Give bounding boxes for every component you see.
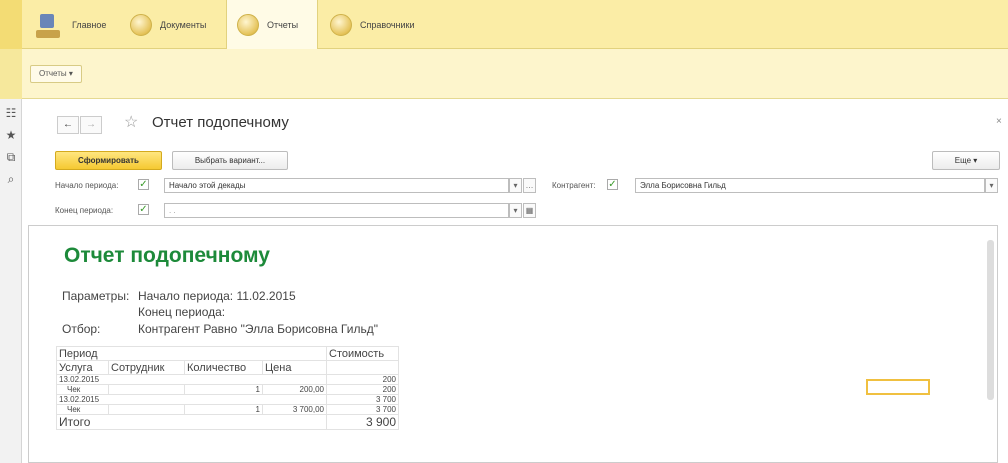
choose-variant-button[interactable]: Выбрать вариант...	[172, 151, 288, 170]
section-commands-bar: Отчеты ▾	[0, 49, 1008, 99]
report-scrollbar[interactable]	[987, 240, 994, 400]
documents-icon	[130, 13, 152, 36]
more-button[interactable]: Еще ▾	[932, 151, 1000, 170]
total-label: Итого	[56, 414, 327, 430]
report-table: Период Стоимость Услуга Сотрудник Количе…	[56, 346, 399, 430]
period-start-select-button[interactable]: …	[523, 178, 536, 193]
counterparty-checkbox[interactable]: ✓	[607, 179, 618, 190]
favorite-star-icon[interactable]: ☆	[124, 112, 138, 132]
section-main[interactable]: Главное	[34, 0, 122, 49]
row-cost: 200	[326, 374, 399, 385]
section-documents[interactable]: Документы	[130, 0, 222, 49]
total-value: 3 900	[326, 414, 399, 430]
row-cost: 3 700	[326, 394, 399, 405]
counterparty-label: Контрагент:	[552, 181, 596, 190]
period-end-dropdown-button[interactable]: ▾	[509, 203, 522, 218]
row-qty: 1	[184, 384, 263, 395]
period-start-checkbox[interactable]: ✓	[138, 179, 149, 190]
counterparty-dropdown-button[interactable]: ▾	[985, 178, 998, 193]
row-date: 13.02.2015	[56, 374, 327, 385]
row-price: 3 700,00	[262, 404, 327, 415]
period-end-label: Конец периода:	[55, 206, 114, 215]
report-title: Отчет подопечному	[64, 244, 270, 267]
header-price: Цена	[262, 360, 327, 375]
reports-icon	[237, 13, 259, 36]
header-service: Услуга	[56, 360, 109, 375]
table-row[interactable]: 13.02.2015 200	[56, 374, 399, 385]
header-qty: Количество	[184, 360, 263, 375]
table-row[interactable]: Чек 1 3 700,00 3 700	[56, 404, 399, 415]
forward-button[interactable]: →	[80, 116, 102, 134]
header-period: Период	[56, 346, 327, 361]
section-documents-label: Документы	[160, 19, 207, 30]
header-employee: Сотрудник	[108, 360, 185, 375]
report-params-label: Параметры:	[62, 289, 130, 303]
section-main-label: Главное	[72, 19, 107, 30]
section-reports[interactable]: Отчеты	[226, 0, 318, 49]
table-header-row: Услуга Сотрудник Количество Цена	[56, 360, 399, 375]
history-icon[interactable]: ⧉	[5, 151, 17, 163]
sections-left-strip	[0, 0, 22, 49]
report-param-start: Начало периода: 11.02.2015	[138, 289, 296, 303]
row-price: 200,00	[262, 384, 327, 395]
period-start-field[interactable]: Начало этой декады	[164, 178, 509, 193]
page-title: Отчет подопечному	[152, 114, 289, 131]
home-icon	[34, 12, 62, 38]
catalogs-icon	[330, 13, 352, 36]
section-catalogs[interactable]: Справочники	[330, 0, 440, 49]
reports-menu-button[interactable]: Отчеты ▾	[30, 65, 82, 83]
row-qty: 1	[184, 404, 263, 415]
generate-button[interactable]: Сформировать	[55, 151, 162, 170]
sections-panel: Главное Документы Отчеты Справочники	[0, 0, 1008, 49]
subbar-left-strip	[0, 49, 22, 99]
period-end-checkbox[interactable]: ✓	[138, 204, 149, 215]
close-icon[interactable]: ×	[996, 116, 1002, 127]
period-start-label: Начало периода:	[55, 181, 119, 190]
section-reports-label: Отчеты	[267, 19, 299, 30]
row-cost: 3 700	[326, 404, 399, 415]
menu-grid-icon[interactable]: ☷	[5, 107, 17, 119]
row-service: Чек	[56, 404, 109, 415]
row-cost: 200	[326, 384, 399, 395]
counterparty-field[interactable]: Элла Борисовна Гильд	[635, 178, 985, 193]
table-row[interactable]: Чек 1 200,00 200	[56, 384, 399, 395]
row-date: 13.02.2015	[56, 394, 327, 405]
favorites-star-icon[interactable]: ★	[5, 129, 17, 141]
section-catalogs-label: Справочники	[360, 19, 415, 30]
header-cost: Стоимость	[326, 346, 399, 361]
table-header-row: Период Стоимость	[56, 346, 399, 361]
period-start-dropdown-button[interactable]: ▾	[509, 178, 522, 193]
table-row[interactable]: 13.02.2015 3 700	[56, 394, 399, 405]
report-param-end: Конец периода:	[138, 305, 226, 319]
table-total-row[interactable]: Итого 3 900	[56, 414, 399, 430]
period-end-field[interactable]: . .	[164, 203, 509, 218]
selected-cell[interactable]	[866, 379, 930, 395]
search-icon[interactable]: ⌕	[5, 173, 17, 185]
report-filter-value: Контрагент Равно "Элла Борисовна Гильд"	[138, 322, 378, 336]
calendar-icon[interactable]: ▦	[523, 203, 536, 218]
tools-panel: ☷ ★ ⧉ ⌕	[0, 99, 22, 463]
back-button[interactable]: ←	[57, 116, 79, 134]
report-filter-label: Отбор:	[62, 322, 101, 336]
row-service: Чек	[56, 384, 109, 395]
